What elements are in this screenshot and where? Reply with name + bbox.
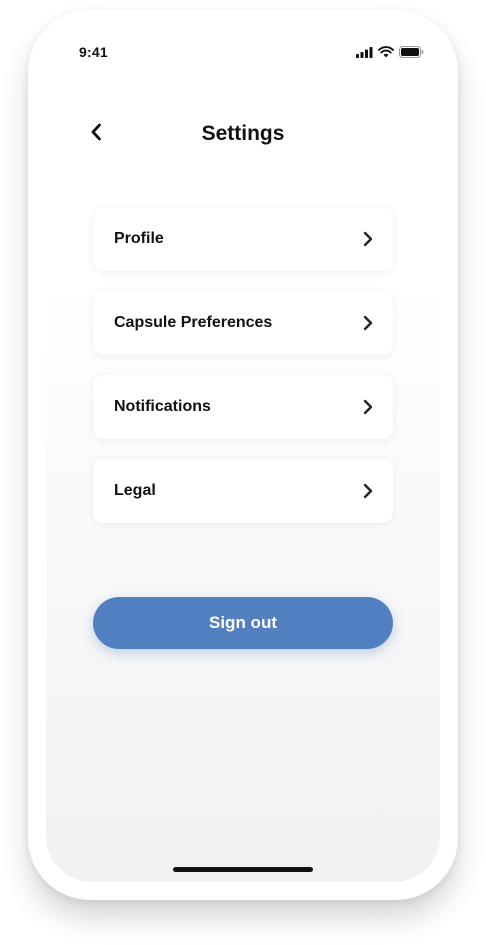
menu-item-label: Legal: [114, 482, 156, 499]
sign-out-button[interactable]: Sign out: [93, 597, 393, 649]
menu-item-legal[interactable]: Legal: [93, 459, 393, 523]
status-time: 9:41: [79, 44, 108, 60]
phone-frame: 9:41 Settings Profile Capsule Preference…: [28, 10, 458, 900]
chevron-right-icon: [361, 399, 375, 415]
chevron-right-icon: [361, 231, 375, 247]
menu-item-label: Capsule Preferences: [114, 314, 273, 331]
app-screen: 9:41 Settings Profile Capsule Preference…: [46, 26, 440, 882]
settings-menu: Profile Capsule Preferences Notification…: [93, 207, 393, 543]
page-title: Settings: [201, 122, 285, 145]
wifi-icon: [378, 45, 394, 63]
home-indicator: [173, 867, 313, 872]
battery-icon: [399, 45, 424, 63]
chevron-right-icon: [361, 483, 375, 499]
menu-item-profile[interactable]: Profile: [93, 207, 393, 271]
menu-item-notifications[interactable]: Notifications: [93, 375, 393, 439]
menu-item-label: Profile: [114, 230, 164, 247]
chevron-right-icon: [361, 315, 375, 331]
menu-item-label: Notifications: [114, 398, 211, 415]
signal-icon: [356, 45, 373, 63]
status-icons: [356, 45, 424, 63]
sign-out-label: Sign out: [209, 613, 277, 632]
menu-item-capsule-preferences[interactable]: Capsule Preferences: [93, 291, 393, 355]
